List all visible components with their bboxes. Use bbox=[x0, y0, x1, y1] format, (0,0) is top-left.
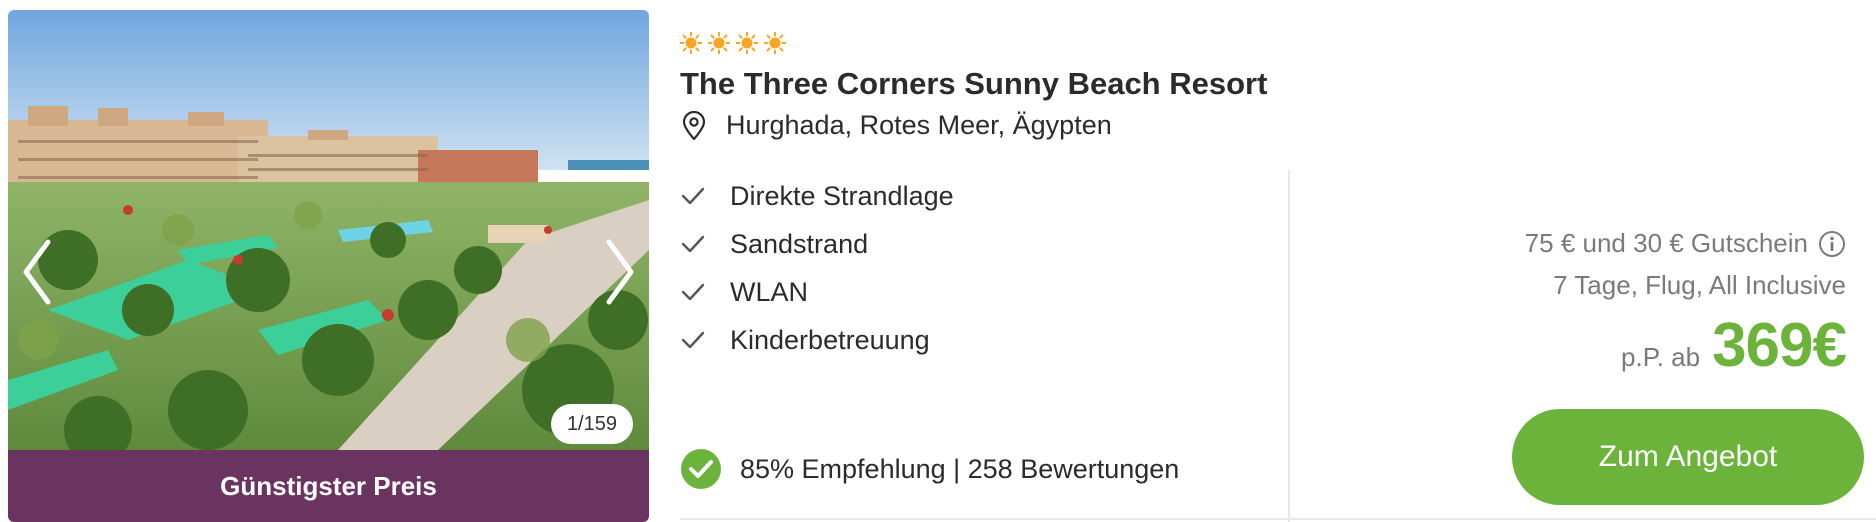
hotel-photo[interactable] bbox=[8, 10, 649, 450]
feature-label: WLAN bbox=[730, 276, 809, 307]
voucher-info: 75 € und 30 € Gutschein bbox=[1525, 228, 1846, 259]
image-gallery[interactable]: 1/159 Günstigster Preis bbox=[8, 10, 649, 522]
vertical-divider bbox=[1288, 170, 1290, 522]
feature-item: Sandstrand bbox=[680, 220, 954, 268]
to-offer-button[interactable]: Zum Angebot bbox=[1512, 409, 1864, 505]
sun-star-icon bbox=[708, 32, 730, 54]
map-pin-icon bbox=[680, 110, 708, 141]
feature-item: WLAN bbox=[680, 268, 954, 316]
feature-list: Direkte Strandlage Sandstrand WLAN Kinderbe… bbox=[680, 172, 954, 364]
sun-star-icon bbox=[736, 32, 758, 54]
feature-label: Direkte Strandlage bbox=[730, 180, 954, 211]
rating-text: 85% Empfehlung | 258 Bewertungen bbox=[740, 453, 1180, 484]
voucher-text: 75 € und 30 € Gutschein bbox=[1524, 228, 1808, 258]
trip-details: 7 Tage, Flug, All Inclusive bbox=[1553, 270, 1846, 300]
check-icon bbox=[680, 185, 706, 207]
price-row: p.P. ab 369€ bbox=[1621, 310, 1847, 381]
location-text: Hurghada, Rotes Meer, Ägypten bbox=[726, 110, 1112, 140]
check-icon bbox=[680, 233, 706, 255]
feature-item: Kinderbetreuung bbox=[680, 316, 954, 364]
chevron-left-icon bbox=[23, 239, 51, 305]
image-counter: 1/159 bbox=[550, 404, 633, 444]
sun-star-icon bbox=[680, 32, 702, 54]
info-icon[interactable] bbox=[1818, 230, 1846, 258]
gallery-next-button[interactable] bbox=[597, 232, 641, 312]
sun-star-icon bbox=[764, 32, 786, 54]
feature-item: Direkte Strandlage bbox=[680, 172, 954, 220]
price-prefix: p.P. ab bbox=[1621, 342, 1701, 372]
cheapest-price-badge: Günstigster Preis bbox=[8, 450, 649, 522]
hotel-offer-card: 1/159 Günstigster Preis The Three Corner… bbox=[0, 0, 1876, 522]
star-rating bbox=[680, 32, 786, 54]
recommendation-rating[interactable]: 85% Empfehlung | 258 Bewertungen bbox=[680, 448, 1179, 490]
gallery-prev-button[interactable] bbox=[16, 232, 60, 312]
hotel-title[interactable]: The Three Corners Sunny Beach Resort bbox=[680, 66, 1267, 102]
bottom-divider bbox=[680, 518, 1876, 520]
price: 369€ bbox=[1712, 311, 1847, 380]
check-circle-icon bbox=[680, 448, 722, 490]
feature-label: Kinderbetreuung bbox=[730, 324, 930, 355]
hotel-location: Hurghada, Rotes Meer, Ägypten bbox=[680, 110, 1112, 141]
feature-label: Sandstrand bbox=[730, 228, 869, 259]
check-icon bbox=[680, 329, 706, 351]
chevron-right-icon bbox=[606, 239, 634, 305]
check-icon bbox=[680, 281, 706, 303]
